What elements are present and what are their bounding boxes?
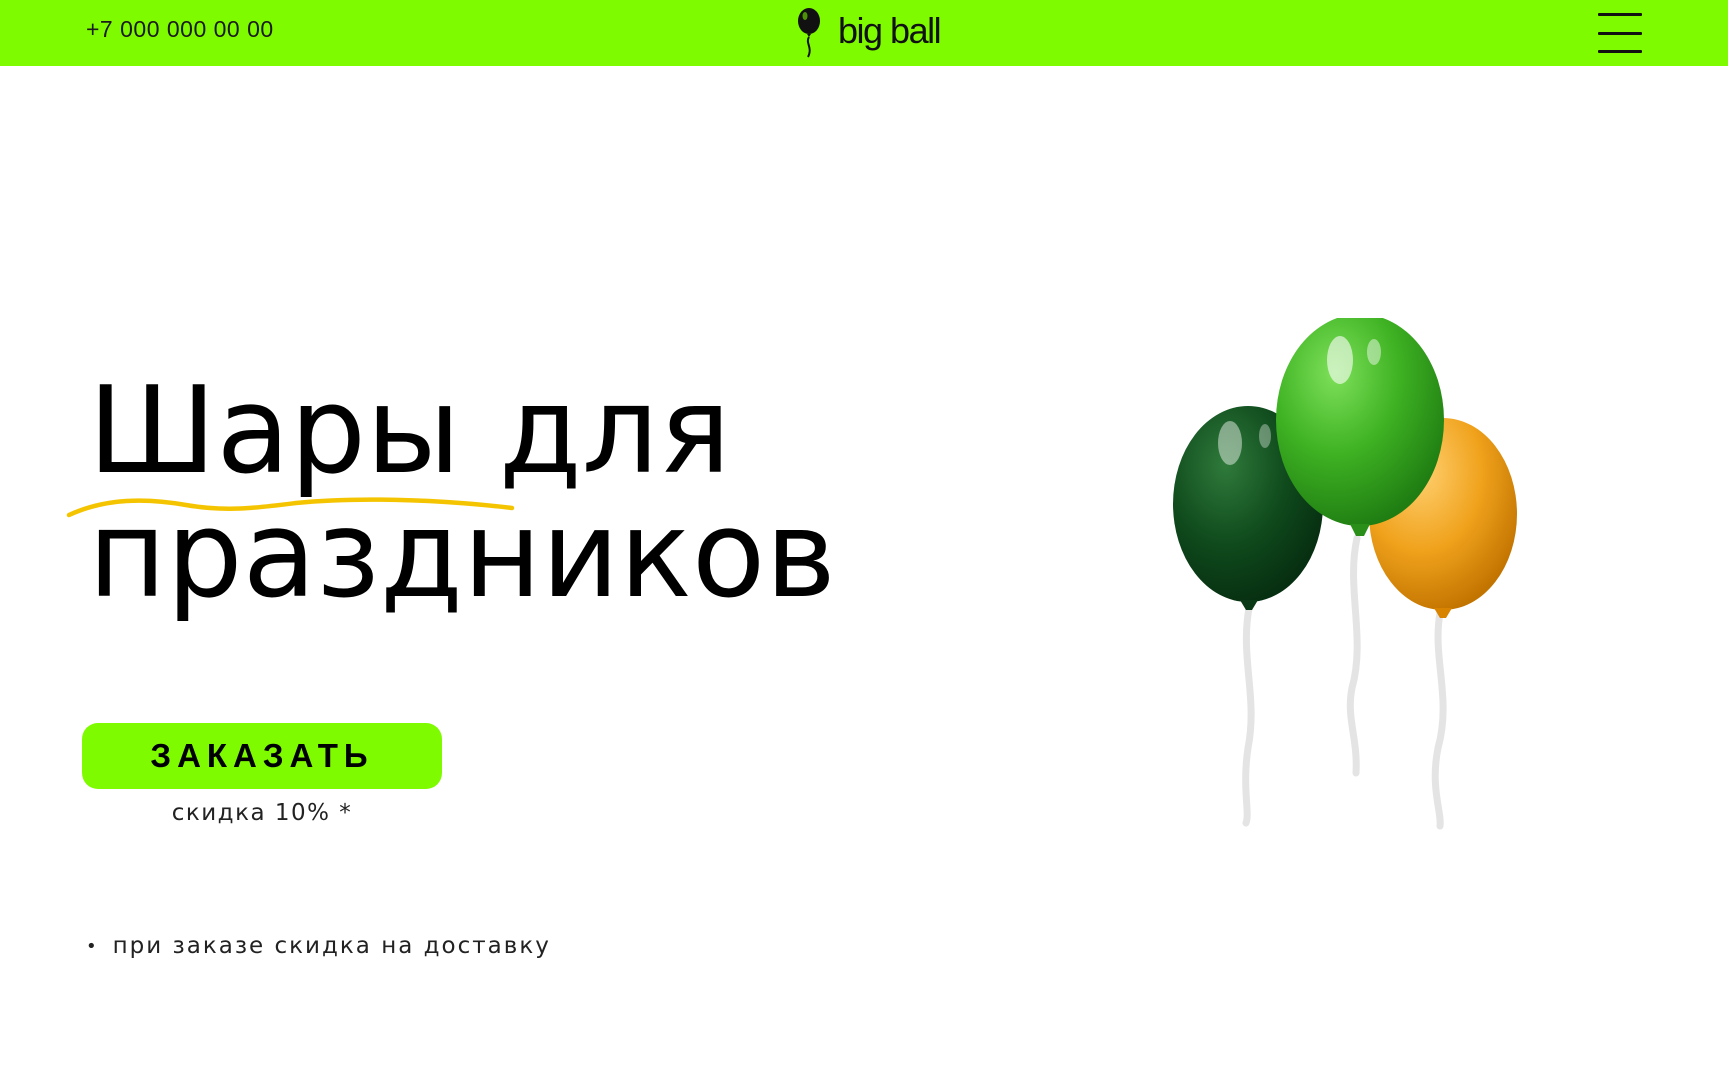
hero-title-line-1: Шары для: [88, 362, 731, 501]
hamburger-menu-icon: [1598, 13, 1642, 16]
logo-text: big ball: [838, 10, 942, 51]
balloons-illustration: [1173, 318, 1517, 830]
bullet: •: [86, 935, 99, 957]
order-button[interactable]: ЗАКАЗАТЬ: [82, 723, 442, 789]
landing-page: +7 000 000 00 00 big ball Шары для празд…: [0, 0, 1728, 1079]
delivery-note: • при заказе скидка на доставку: [86, 933, 551, 959]
yellow-underline-squiggle: [66, 497, 515, 518]
balloon-logo-icon: [798, 8, 820, 58]
discount-label: скидка 10% *: [171, 800, 353, 826]
menu-button[interactable]: [1598, 13, 1642, 53]
top-bar: +7 000 000 00 00 big ball: [0, 0, 1728, 66]
logo[interactable]: big ball: [796, 6, 942, 58]
delivery-note-text: при заказе скидка на доставку: [112, 933, 551, 959]
phone-link[interactable]: +7 000 000 00 00: [86, 16, 274, 43]
